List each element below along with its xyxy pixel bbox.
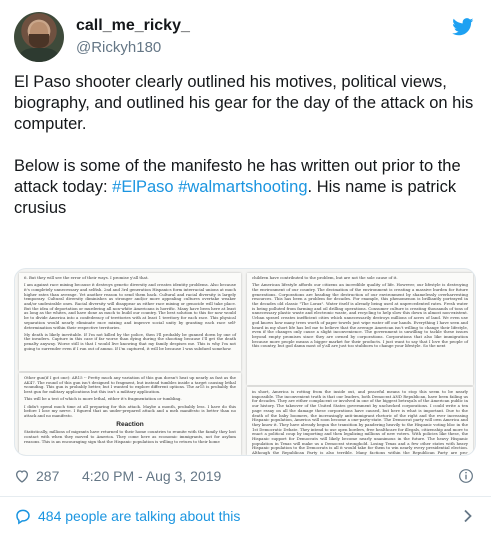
info-icon[interactable]: [458, 468, 474, 484]
tweet-card: call_me_ricky_ @Rickyh180 El Paso shoote…: [0, 0, 491, 535]
speech-bubble-icon: [16, 509, 30, 525]
tweet-paragraph: El Paso shooter clearly outlined his mot…: [14, 73, 474, 133]
avatar-beard: [29, 34, 49, 48]
manifesto-paragraph: 6. But they will see the error of their …: [24, 275, 149, 280]
user-handle[interactable]: @Rickyh180: [76, 39, 161, 56]
avatar[interactable]: [14, 12, 64, 62]
user-display-name[interactable]: call_me_ricky_: [76, 17, 190, 35]
hashtag-link[interactable]: #walmartshooting: [178, 178, 307, 196]
conversation-link[interactable]: 484 people are talking about this: [14, 506, 476, 528]
manifesto-paragraph: Statistically, millions of migrants have…: [24, 429, 236, 444]
like-count[interactable]: 287: [36, 468, 59, 484]
tweet-timestamp[interactable]: 4:20 PM - Aug 3, 2019: [82, 468, 221, 484]
hashtag-link[interactable]: #ElPaso: [112, 178, 173, 196]
divider: [0, 496, 491, 497]
attached-image[interactable]: 6. But they will see the error of their …: [14, 268, 476, 456]
manifesto-paragraph: My death is likely inevitable. If I'm no…: [24, 331, 236, 351]
twitter-bird-icon[interactable]: [452, 18, 474, 36]
manifesto-paragraph: I am against race mixing because it dest…: [24, 282, 236, 330]
manifesto-page: in short, America is rotting from the in…: [247, 387, 473, 455]
avatar-shirt: [20, 48, 58, 62]
manifesto-page: children have contributed to the problem…: [247, 273, 473, 385]
talking-count-label[interactable]: 484 people are talking about this: [38, 508, 240, 524]
tweet-meta: 287 4:20 PM - Aug 3, 2019: [14, 466, 476, 488]
chevron-right-icon[interactable]: [462, 509, 474, 523]
tweet-header: call_me_ricky_ @Rickyh180: [14, 12, 478, 64]
tweet-text: El Paso shooter clearly outlined his mot…: [14, 72, 476, 240]
manifesto-paragraph: The American lifestyle affords our citiz…: [252, 282, 468, 349]
heart-icon[interactable]: [14, 468, 30, 484]
manifesto-paragraph: in short, America is rotting from the in…: [252, 389, 468, 455]
manifesto-paragraph: This will be a test of which is more let…: [24, 396, 182, 402]
manifesto-paragraph: children have contributed to the problem…: [252, 275, 398, 280]
manifesto-page: Other gun(if I got one): AR15 -- Pretty …: [19, 373, 241, 455]
manifesto-paragraph: I didn't spend much time at all preparin…: [24, 403, 236, 418]
manifesto-heading: Reaction: [116, 421, 144, 429]
manifesto-page: 6. But they will see the error of their …: [19, 273, 241, 371]
tweet-paragraph: Below is some of the manifesto he has wr…: [14, 156, 476, 219]
manifesto-paragraph: Other gun(if I got one): AR15 -- Pretty …: [24, 375, 236, 395]
